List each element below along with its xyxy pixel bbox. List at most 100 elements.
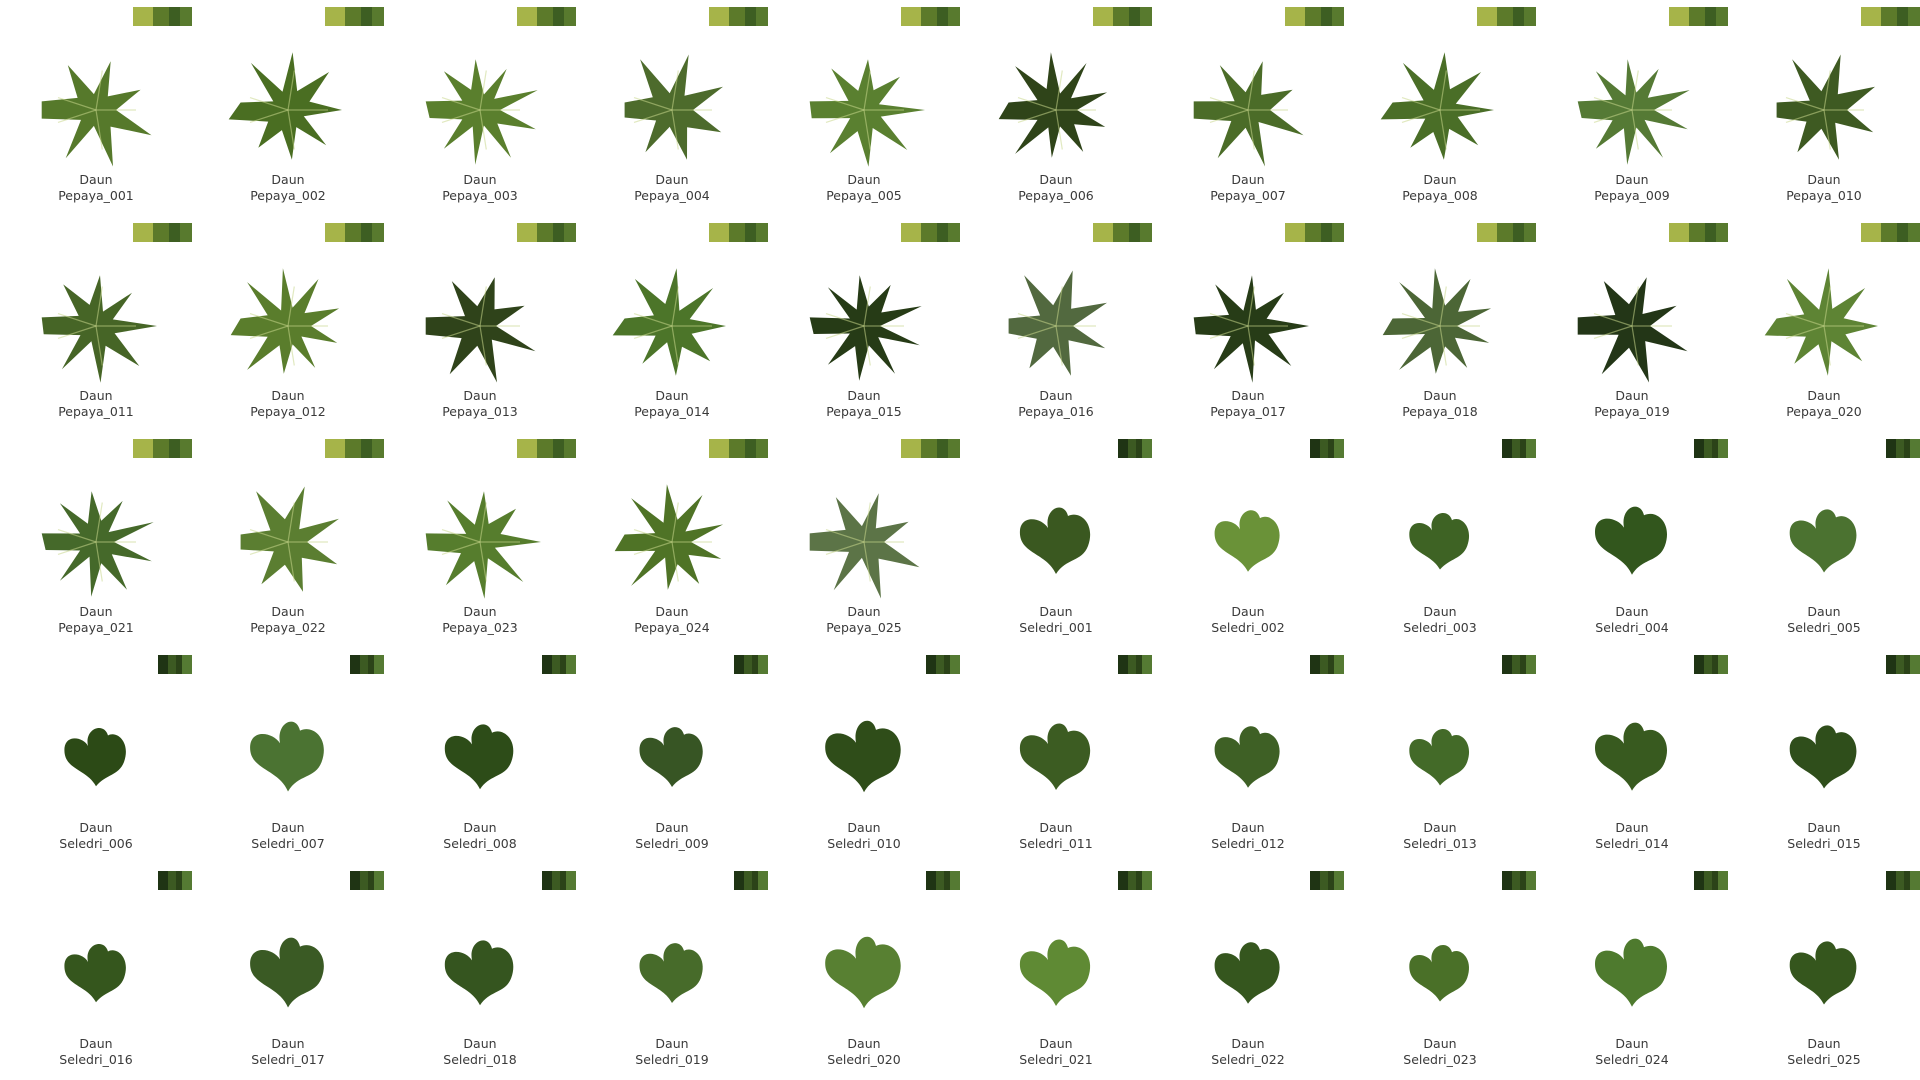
leaf-thumbnail[interactable]: Daun Seledri_018 <box>384 864 576 1080</box>
palette-color-chip <box>1093 223 1113 242</box>
leaf-thumbnail[interactable]: Daun Seledri_019 <box>576 864 768 1080</box>
leaf-image <box>1764 268 1878 376</box>
leaf-thumbnail[interactable]: Daun Seledri_020 <box>768 864 960 1080</box>
leaf-caption-prefix: Daun <box>1039 820 1073 835</box>
leaf-thumbnail[interactable]: Daun Pepaya_013 <box>384 216 576 432</box>
leaf-shape <box>41 275 158 383</box>
leaf-image <box>1214 942 1280 1004</box>
leaf-thumbnail[interactable]: Daun Seledri_005 <box>1728 432 1920 648</box>
leaf-thumbnail[interactable]: Daun Seledri_001 <box>960 432 1152 648</box>
leaf-thumbnail[interactable]: Daun Pepaya_020 <box>1728 216 1920 432</box>
palette-color-chip <box>1718 655 1728 674</box>
leaf-thumbnail[interactable]: Daun Seledri_015 <box>1728 648 1920 864</box>
leaf-thumbnail[interactable]: Daun Pepaya_005 <box>768 0 960 216</box>
leaf-caption-name: Seledri_014 <box>1595 836 1669 851</box>
leaf-thumbnail[interactable]: Daun Pepaya_015 <box>768 216 960 432</box>
leaf-thumbnail[interactable]: Daun Pepaya_021 <box>0 432 192 648</box>
leaf-caption: Daun Seledri_005 <box>1728 604 1920 636</box>
palette-color-chip <box>1512 655 1520 674</box>
leaf-caption-name: Pepaya_018 <box>1402 404 1478 419</box>
leaf-thumbnail[interactable]: Daun Seledri_012 <box>1152 648 1344 864</box>
leaf-caption: Daun Seledri_002 <box>1152 604 1344 636</box>
leaf-thumbnail[interactable]: Daun Seledri_022 <box>1152 864 1344 1080</box>
leaf-thumbnail[interactable]: Daun Pepaya_006 <box>960 0 1152 216</box>
color-palette-swatch <box>133 439 192 458</box>
leaf-thumbnail[interactable]: Daun Seledri_011 <box>960 648 1152 864</box>
leaf-caption-prefix: Daun <box>271 604 305 619</box>
leaf-thumbnail[interactable]: Daun Seledri_017 <box>192 864 384 1080</box>
leaf-thumbnail[interactable]: Daun Pepaya_009 <box>1536 0 1728 216</box>
leaf-shape <box>998 52 1108 158</box>
leaf-caption-prefix: Daun <box>1807 1036 1841 1051</box>
leaf-thumbnail[interactable]: Daun Seledri_008 <box>384 648 576 864</box>
leaf-thumbnail[interactable]: Daun Seledri_023 <box>1344 864 1536 1080</box>
leaf-thumbnail[interactable]: Daun Pepaya_025 <box>768 432 960 648</box>
leaf-shape <box>1409 944 1470 1002</box>
palette-color-chip <box>1705 7 1716 26</box>
palette-color-chip <box>169 439 180 458</box>
leaf-caption: Daun Pepaya_010 <box>1728 172 1920 204</box>
palette-color-chip <box>517 7 537 26</box>
color-palette-swatch <box>542 871 576 890</box>
palette-color-chip <box>372 439 384 458</box>
leaf-thumbnail[interactable]: Daun Seledri_025 <box>1728 864 1920 1080</box>
leaf-thumbnail[interactable]: Daun Pepaya_003 <box>384 0 576 216</box>
leaf-thumbnail[interactable]: Daun Pepaya_012 <box>192 216 384 432</box>
leaf-image <box>825 936 901 1009</box>
leaf-thumbnail[interactable]: Daun Seledri_014 <box>1536 648 1728 864</box>
leaf-thumbnail[interactable]: Daun Pepaya_010 <box>1728 0 1920 216</box>
palette-color-chip <box>1524 223 1536 242</box>
palette-color-chip <box>1910 871 1920 890</box>
leaf-thumbnail[interactable]: Daun Pepaya_004 <box>576 0 768 216</box>
leaf-image <box>1008 270 1107 376</box>
leaf-caption-name: Seledri_006 <box>59 836 133 851</box>
color-palette-swatch <box>1669 223 1728 242</box>
leaf-thumbnail[interactable]: Daun Pepaya_024 <box>576 432 768 648</box>
leaf-thumbnail[interactable]: Daun Pepaya_022 <box>192 432 384 648</box>
leaf-thumbnail[interactable]: Daun Seledri_009 <box>576 648 768 864</box>
leaf-thumbnail[interactable]: Daun Pepaya_018 <box>1344 216 1536 432</box>
color-palette-swatch <box>1669 7 1728 26</box>
leaf-thumbnail[interactable]: Daun Seledri_013 <box>1344 648 1536 864</box>
palette-color-chip <box>1881 7 1897 26</box>
leaf-thumbnail[interactable]: Daun Pepaya_001 <box>0 0 192 216</box>
palette-color-chip <box>937 223 948 242</box>
palette-color-chip <box>1669 223 1689 242</box>
leaf-thumbnail[interactable]: Daun Seledri_002 <box>1152 432 1344 648</box>
color-palette-swatch <box>517 439 576 458</box>
leaf-shape <box>1409 728 1470 786</box>
leaf-thumbnail[interactable]: Daun Pepaya_016 <box>960 216 1152 432</box>
leaf-thumbnail[interactable]: Daun Seledri_010 <box>768 648 960 864</box>
palette-color-chip <box>566 655 576 674</box>
leaf-thumbnail[interactable]: Daun Pepaya_002 <box>192 0 384 216</box>
leaf-caption: Daun Pepaya_013 <box>384 388 576 420</box>
leaf-thumbnail[interactable]: Daun Seledri_006 <box>0 648 192 864</box>
palette-color-chip <box>1910 655 1920 674</box>
palette-color-chip <box>948 7 960 26</box>
leaf-caption-prefix: Daun <box>463 172 497 187</box>
palette-color-chip <box>1118 655 1128 674</box>
palette-color-chip <box>1502 439 1512 458</box>
leaf-caption-prefix: Daun <box>1039 388 1073 403</box>
leaf-caption-prefix: Daun <box>1423 1036 1457 1051</box>
leaf-shape <box>809 59 925 167</box>
leaf-thumbnail[interactable]: Daun Pepaya_017 <box>1152 216 1344 432</box>
leaf-thumbnail[interactable]: Daun Seledri_016 <box>0 864 192 1080</box>
leaf-thumbnail[interactable]: Daun Pepaya_011 <box>0 216 192 432</box>
leaf-caption: Daun Pepaya_022 <box>192 604 384 636</box>
leaf-thumbnail[interactable]: Daun Pepaya_007 <box>1152 0 1344 216</box>
palette-color-chip <box>1908 223 1920 242</box>
palette-color-chip <box>374 655 384 674</box>
leaf-thumbnail[interactable]: Daun Pepaya_023 <box>384 432 576 648</box>
leaf-thumbnail[interactable]: Daun Seledri_003 <box>1344 432 1536 648</box>
leaf-thumbnail[interactable]: Daun Pepaya_014 <box>576 216 768 432</box>
leaf-thumbnail[interactable]: Daun Seledri_024 <box>1536 864 1728 1080</box>
palette-color-chip <box>948 439 960 458</box>
leaf-thumbnail[interactable]: Daun Seledri_004 <box>1536 432 1728 648</box>
leaf-caption-name: Seledri_018 <box>443 1052 517 1067</box>
leaf-thumbnail[interactable]: Daun Pepaya_008 <box>1344 0 1536 216</box>
palette-color-chip <box>1908 7 1920 26</box>
leaf-thumbnail[interactable]: Daun Seledri_007 <box>192 648 384 864</box>
leaf-thumbnail[interactable]: Daun Pepaya_019 <box>1536 216 1728 432</box>
leaf-thumbnail[interactable]: Daun Seledri_021 <box>960 864 1152 1080</box>
